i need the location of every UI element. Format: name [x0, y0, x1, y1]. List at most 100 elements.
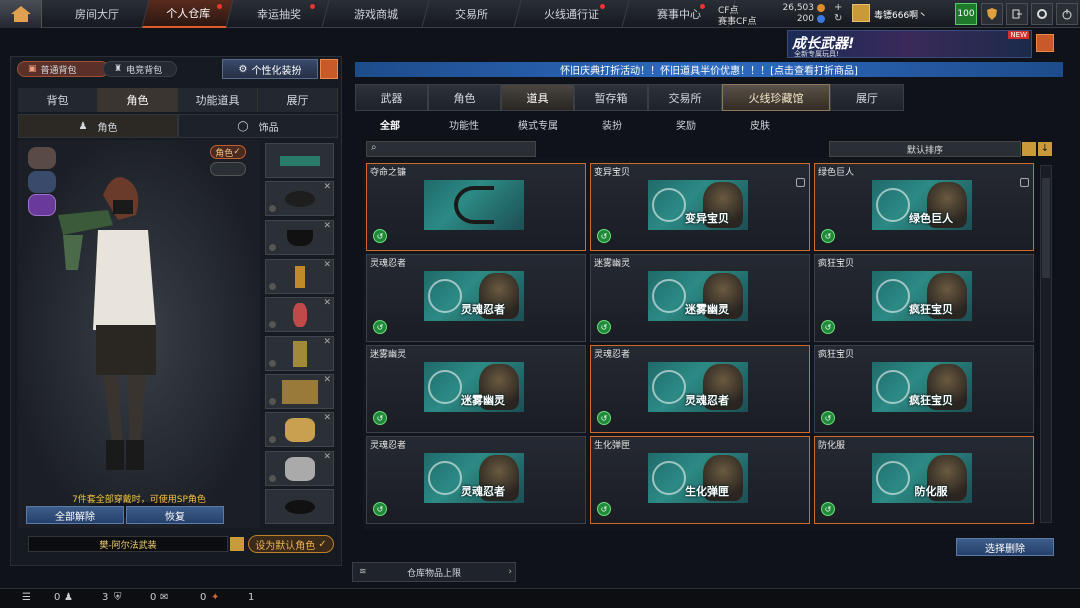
inventory-tab[interactable]: 展厅 — [830, 84, 904, 111]
recycle-icon[interactable]: ↺ — [821, 411, 835, 425]
close-icon[interactable]: ✕ — [323, 375, 331, 385]
item-card[interactable]: 灵魂忍者 灵魂忍者 ↺ — [590, 345, 810, 433]
tab-character[interactable]: 角色 — [98, 88, 178, 112]
sale-banner[interactable]: 怀旧庆典打折活动！！怀旧道具半价优惠！！！[点击查看打折商品] — [355, 62, 1063, 77]
tab-showroom[interactable]: 展厅 — [258, 88, 338, 112]
storage-limit[interactable]: ≋ 仓库物品上限 › — [352, 562, 516, 582]
menu-icon[interactable]: ☰ — [22, 592, 31, 603]
item-card[interactable]: 迷雾幽灵 迷雾幽灵 ↺ — [590, 254, 810, 342]
shield-icon[interactable] — [981, 3, 1003, 25]
inventory-tab[interactable]: 交易所 — [648, 84, 722, 111]
equip-slot[interactable]: ✕ — [265, 220, 334, 255]
list-view-icon[interactable] — [1022, 142, 1036, 156]
tab-function-items[interactable]: 功能道具 — [178, 88, 258, 112]
inventory-tab[interactable]: 火线珍藏馆 — [722, 84, 830, 111]
inventory-tab[interactable]: 角色 — [428, 84, 501, 111]
custom-outfit-button[interactable]: ⚙ 个性化装扮 — [222, 59, 318, 79]
recycle-icon[interactable]: ↺ — [373, 502, 387, 516]
filter-tab[interactable]: 全部 — [355, 114, 425, 134]
equip-slot[interactable]: ✕ — [265, 336, 334, 371]
role-badge[interactable]: 角色 ✓ — [210, 145, 246, 159]
set-default-character-button[interactable]: 设为默认角色 ✓ — [248, 535, 334, 553]
grid-view-icon[interactable] — [320, 59, 338, 79]
recycle-icon[interactable]: ↺ — [373, 229, 387, 243]
equip-slot[interactable]: ✕ — [265, 451, 334, 486]
clan-shield-icon[interactable]: ⛨ — [114, 592, 122, 603]
close-icon[interactable]: ✕ — [323, 298, 331, 308]
recycle-icon[interactable]: ↺ — [597, 411, 611, 425]
skin-icon[interactable] — [28, 147, 56, 169]
recycle-icon[interactable]: ↺ — [821, 502, 835, 516]
pose-icon[interactable] — [28, 194, 56, 216]
filter-tab[interactable]: 模式专属 — [503, 114, 573, 134]
close-icon[interactable]: ✕ — [323, 221, 331, 231]
recycle-icon[interactable]: ↺ — [597, 320, 611, 334]
power-icon[interactable] — [1056, 3, 1078, 25]
close-icon[interactable]: ✕ — [323, 452, 331, 462]
close-icon[interactable]: ✕ — [323, 413, 331, 423]
recycle-icon[interactable]: ↺ — [597, 502, 611, 516]
item-card[interactable]: 迷雾幽灵 迷雾幽灵 ↺ — [366, 345, 586, 433]
filter-tab[interactable]: 奖励 — [651, 114, 721, 134]
recycle-icon[interactable]: ↺ — [821, 320, 835, 334]
equip-slot[interactable] — [265, 143, 334, 178]
item-card[interactable]: 疯狂宝贝 疯狂宝贝 ↺ — [814, 254, 1034, 342]
item-card[interactable]: 疯狂宝贝 疯狂宝贝 ↺ — [814, 345, 1034, 433]
friends-icon[interactable]: ♟ — [64, 592, 73, 603]
exit-icon[interactable] — [1006, 3, 1028, 25]
close-icon[interactable]: ✕ — [323, 182, 331, 192]
equip-slot[interactable]: ✕ — [265, 181, 334, 216]
nav-tab[interactable]: 交易所 — [422, 0, 522, 28]
item-card[interactable]: 变异宝贝 变异宝贝 ↺ — [590, 163, 810, 251]
close-icon[interactable]: ✕ — [323, 260, 331, 270]
scrollbar[interactable] — [1040, 165, 1052, 523]
recycle-icon[interactable]: ↺ — [373, 320, 387, 334]
sort-select[interactable]: 默认排序 — [829, 141, 1021, 157]
filter-tab[interactable]: 功能性 — [429, 114, 499, 134]
close-icon[interactable]: ✕ — [323, 337, 331, 347]
gear-icon[interactable] — [1031, 3, 1053, 25]
equip-slot[interactable]: ✕ — [265, 374, 334, 409]
recycle-icon[interactable]: ↺ — [597, 229, 611, 243]
equip-slot[interactable]: ✕ — [265, 412, 334, 447]
inventory-tab[interactable]: 道具 — [501, 84, 574, 111]
nav-tab[interactable]: 游戏商城 — [322, 0, 430, 28]
item-card[interactable]: 防化服 防化服 ↺ — [814, 436, 1034, 524]
ad-banner[interactable]: 成长武器! 全新专属玩具! NEW — [787, 30, 1032, 58]
tab-backpack[interactable]: 背包 — [18, 88, 98, 112]
item-card[interactable]: 灵魂忍者 灵魂忍者 ↺ — [366, 254, 586, 342]
search-input[interactable]: ⌕ — [366, 141, 536, 157]
nav-tab[interactable]: 火线通行证 — [514, 0, 630, 28]
batch-delete-button[interactable]: 选择删除 — [956, 538, 1054, 556]
gift-icon[interactable]: ✦ — [211, 592, 219, 603]
user-name[interactable]: 毒镖666啊丶 — [874, 8, 927, 21]
refresh-icon[interactable]: ↻ — [834, 13, 842, 24]
eye-toggle[interactable] — [210, 162, 246, 176]
recycle-icon[interactable]: ↺ — [373, 411, 387, 425]
grid-menu-icon[interactable] — [1036, 34, 1054, 52]
remove-all-button[interactable]: 全部解除 — [26, 506, 124, 524]
equip-slot[interactable]: ✕ — [265, 259, 334, 294]
filter-tab[interactable]: 装扮 — [577, 114, 647, 134]
scroll-thumb[interactable] — [1042, 178, 1050, 278]
chat-icon[interactable]: ✉ — [160, 592, 168, 603]
home-button[interactable] — [0, 0, 42, 28]
item-card[interactable]: 生化弹匣 生化弹匣 ↺ — [590, 436, 810, 524]
subtab-accessory[interactable]: ◯ 饰品 — [178, 114, 338, 138]
nav-tab[interactable]: 房间大厅 — [44, 0, 150, 28]
list-icon[interactable] — [230, 537, 244, 551]
item-card[interactable]: 夺命之镰 ↺ — [366, 163, 586, 251]
inventory-tab[interactable]: 武器 — [355, 84, 428, 111]
restore-button[interactable]: 恢复 — [126, 506, 224, 524]
recycle-icon[interactable]: ↺ — [821, 229, 835, 243]
add-icon[interactable]: + — [834, 2, 842, 13]
camo-icon[interactable] — [28, 171, 56, 193]
item-card[interactable]: 灵魂忍者 灵魂忍者 ↺ — [366, 436, 586, 524]
sort-direction-icon[interactable]: ↓ — [1038, 142, 1052, 156]
inventory-tab[interactable]: 暂存箱 — [574, 84, 648, 111]
normal-bag-pill[interactable]: ▣ 普通背包 — [17, 61, 109, 77]
item-card[interactable]: 绿色巨人 绿色巨人 ↺ — [814, 163, 1034, 251]
filter-tab[interactable]: 皮肤 — [725, 114, 795, 134]
equip-slot[interactable] — [265, 489, 334, 524]
equip-slot[interactable]: ✕ — [265, 297, 334, 332]
